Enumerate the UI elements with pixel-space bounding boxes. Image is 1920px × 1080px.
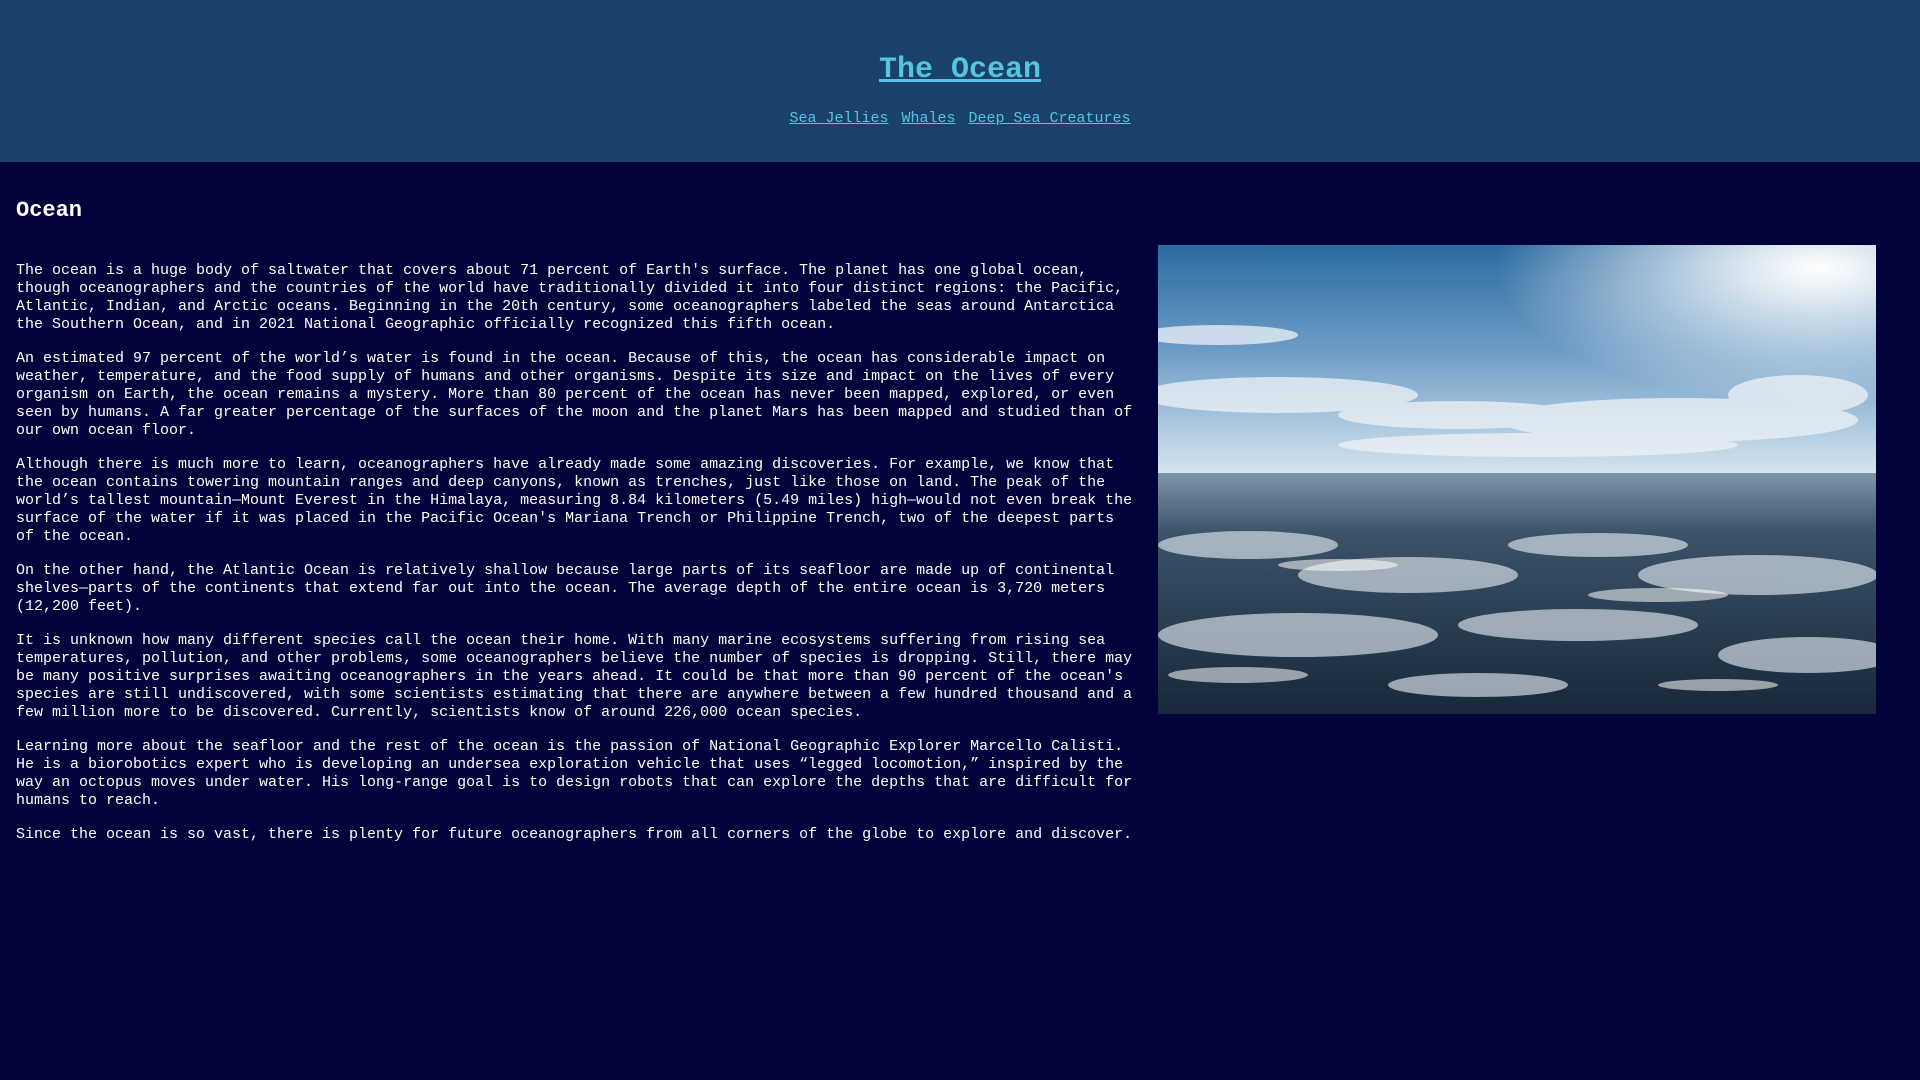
article-paragraph: On the other hand, the Atlantic Ocean is…	[16, 562, 1115, 615]
article-body: The ocean is a huge body of saltwater th…	[16, 262, 1141, 844]
main-nav: Sea Jellies Whales Deep Sea Creatures	[0, 110, 1920, 128]
article-paragraph: An estimated 97 percent of the world’s w…	[16, 350, 1133, 439]
article-paragraph: Learning more about the seafloor and the…	[16, 738, 1133, 809]
nav-link-whales[interactable]: Whales	[901, 110, 955, 127]
nav-link-deep-sea-creatures[interactable]: Deep Sea Creatures	[969, 110, 1131, 127]
site-title: The Ocean	[0, 52, 1920, 88]
home-link[interactable]: The Ocean	[879, 53, 1041, 87]
article-paragraph: It is unknown how many different species…	[16, 632, 1133, 721]
ocean-waves-image	[1158, 245, 1876, 714]
page-heading: Ocean	[16, 198, 83, 223]
article-paragraph: Although there is much more to learn, oc…	[16, 456, 1133, 545]
main-content: Ocean The ocean is a huge body of saltwa…	[0, 162, 1920, 844]
article-paragraph: Since the ocean is so vast, there is ple…	[16, 826, 1133, 843]
nav-link-sea-jellies[interactable]: Sea Jellies	[789, 110, 888, 127]
article-paragraph: The ocean is a huge body of saltwater th…	[16, 262, 1124, 333]
site-header: The Ocean Sea Jellies Whales Deep Sea Cr…	[0, 0, 1920, 162]
